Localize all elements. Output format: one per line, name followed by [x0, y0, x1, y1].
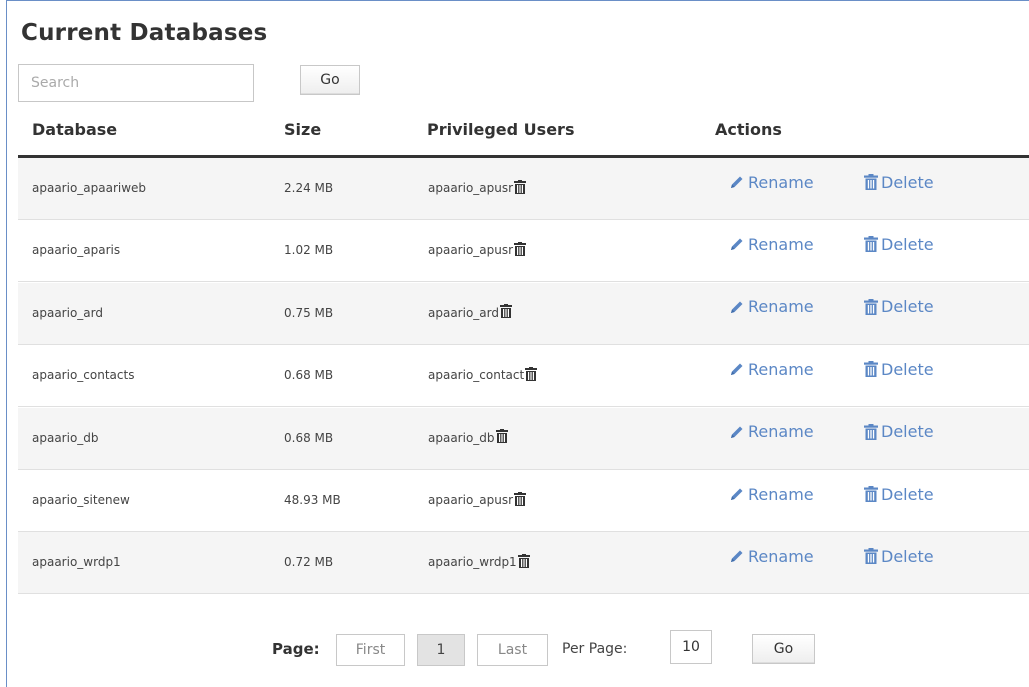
- rename-label: Rename: [748, 484, 814, 504]
- rename-link[interactable]: Rename: [729, 277, 814, 337]
- trash-icon: [864, 298, 878, 315]
- privileged-user: apaario_wrdp1: [428, 532, 530, 592]
- per-page-input[interactable]: [670, 630, 712, 664]
- current-page-button[interactable]: 1: [417, 634, 465, 666]
- privileged-user: apaario_contact: [428, 345, 538, 405]
- pencil-icon: [729, 174, 745, 190]
- delete-label: Delete: [881, 359, 934, 379]
- revoke-user-trash-icon[interactable]: [495, 429, 508, 446]
- privileged-user: apaario_ard: [428, 283, 512, 343]
- rename-label: Rename: [748, 359, 814, 379]
- delete-link[interactable]: Delete: [864, 339, 934, 399]
- delete-label: Delete: [881, 172, 934, 192]
- table-row: apaario_apaariweb 2.24 MB apaario_apusr Ren…: [18, 158, 1029, 220]
- delete-label: Delete: [881, 297, 934, 317]
- database-name: apaario_contacts: [32, 368, 135, 383]
- pencil-icon: [729, 486, 745, 502]
- privileged-user-name: apaario_apusr: [428, 493, 514, 507]
- pencil-icon: [729, 424, 745, 440]
- first-page-button[interactable]: First: [336, 634, 405, 666]
- rename-link[interactable]: Rename: [729, 464, 814, 524]
- table-row: apaario_db 0.68 MB apaario_db Rename Delete: [18, 407, 1029, 470]
- database-size: 0.68 MB: [284, 430, 334, 445]
- table-row: apaario_ard 0.75 MB apaario_ard Rename Delet…: [18, 282, 1029, 345]
- revoke-user-trash-icon[interactable]: [517, 553, 530, 571]
- page-label: Page:: [272, 640, 320, 658]
- database-name: apaario_sitenew: [32, 493, 130, 507]
- pencil-icon: [729, 548, 745, 564]
- rename-label: Rename: [748, 546, 814, 566]
- trash-icon: [864, 486, 878, 502]
- database-name: apaario_aparis: [32, 243, 121, 258]
- revoke-user-trash-icon[interactable]: [514, 241, 527, 259]
- delete-label: Delete: [881, 422, 934, 442]
- database-size: 2.24 MB: [284, 181, 334, 195]
- pagination-go-button[interactable]: Go: [752, 634, 815, 664]
- revoke-user-trash-icon[interactable]: [525, 366, 538, 384]
- trash-icon: [864, 548, 878, 565]
- revoke-user-trash-icon[interactable]: [514, 179, 527, 197]
- privileged-user-name: apaario_db: [428, 430, 495, 445]
- privileged-user-name: apaario_wrdp1: [428, 555, 517, 570]
- trash-icon: [864, 361, 878, 378]
- delete-link[interactable]: Delete: [864, 214, 934, 274]
- table-row: apaario_wrdp1 0.72 MB apaario_wrdp1 Rename D…: [18, 532, 1029, 595]
- database-size: 0.75 MB: [284, 305, 334, 320]
- delete-label: Delete: [881, 234, 934, 254]
- delete-label: Delete: [881, 546, 934, 566]
- privileged-user: apaario_apusr: [428, 470, 527, 530]
- rename-link[interactable]: Rename: [729, 526, 814, 586]
- database-size: 1.02 MB: [284, 243, 334, 258]
- rename-link[interactable]: Rename: [729, 214, 814, 274]
- page-title: Current Databases: [21, 20, 268, 46]
- last-page-button[interactable]: Last: [477, 634, 548, 666]
- pencil-icon: [729, 236, 745, 252]
- privileged-user-name: apaario_ard: [428, 305, 499, 320]
- privileged-user-name: apaario_contact: [428, 368, 525, 383]
- database-size: 0.68 MB: [284, 368, 334, 383]
- per-page-label: Per Page:: [562, 641, 628, 657]
- database-name: apaario_db: [32, 430, 99, 445]
- privileged-user: apaario_apusr: [428, 158, 527, 218]
- privileged-user: apaario_db: [428, 408, 508, 468]
- trash-icon: [864, 423, 878, 440]
- delete-link[interactable]: Delete: [864, 152, 934, 212]
- search-go-button[interactable]: Go: [300, 65, 360, 95]
- rename-label: Rename: [748, 234, 814, 254]
- column-header-privileged-users: Privileged Users: [427, 120, 575, 139]
- column-header-size: Size: [284, 120, 322, 139]
- revoke-user-trash-icon[interactable]: [499, 304, 512, 321]
- column-header-database: Database: [32, 120, 118, 139]
- delete-label: Delete: [881, 484, 934, 504]
- trash-icon: [864, 174, 878, 190]
- search-input[interactable]: [18, 64, 254, 102]
- rename-label: Rename: [748, 422, 814, 442]
- delete-link[interactable]: Delete: [864, 526, 934, 586]
- delete-link[interactable]: Delete: [864, 464, 934, 524]
- table-row: apaario_aparis 1.02 MB apaario_apusr Rename…: [18, 220, 1029, 283]
- rename-link[interactable]: Rename: [729, 339, 814, 399]
- database-size: 0.72 MB: [284, 555, 334, 570]
- table-row: apaario_contacts 0.68 MB apaario_contact Re…: [18, 345, 1029, 408]
- privileged-user: apaario_apusr: [428, 220, 527, 280]
- database-size: 48.93 MB: [284, 493, 341, 507]
- table-row: apaario_sitenew 48.93 MB apaario_apusr Rena…: [18, 470, 1029, 532]
- database-name: apaario_wrdp1: [32, 555, 121, 570]
- rename-link[interactable]: Rename: [729, 402, 814, 462]
- rename-link[interactable]: Rename: [729, 152, 814, 212]
- database-name: apaario_ard: [32, 305, 103, 320]
- pencil-icon: [729, 299, 745, 315]
- rename-label: Rename: [748, 297, 814, 317]
- delete-link[interactable]: Delete: [864, 277, 934, 337]
- pencil-icon: [729, 361, 745, 377]
- privileged-user-name: apaario_apusr: [428, 243, 514, 258]
- trash-icon: [864, 236, 878, 253]
- column-header-actions: Actions: [715, 120, 782, 139]
- privileged-user-name: apaario_apusr: [428, 181, 514, 195]
- rename-label: Rename: [748, 172, 814, 192]
- delete-link[interactable]: Delete: [864, 402, 934, 462]
- revoke-user-trash-icon[interactable]: [514, 491, 527, 509]
- database-name: apaario_apaariweb: [32, 181, 147, 195]
